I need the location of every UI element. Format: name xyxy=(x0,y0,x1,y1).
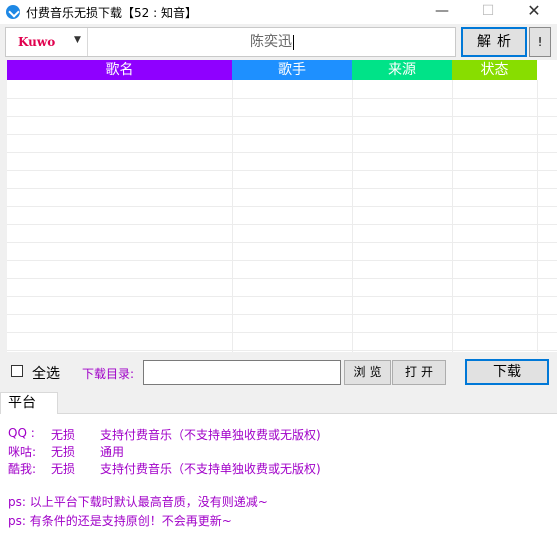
grid-row-line xyxy=(7,332,557,333)
tab-strip: 平台 xyxy=(0,392,557,415)
download-button[interactable]: 下载 xyxy=(465,359,549,385)
column-header-song[interactable]: 歌名 xyxy=(7,60,232,80)
platform-quality: 无损 xyxy=(51,428,76,442)
text-caret xyxy=(293,34,294,50)
platform-name: 咪咕: xyxy=(8,445,37,459)
chevron-down-icon: ▼ xyxy=(74,35,81,45)
grid-column-line xyxy=(352,80,353,352)
note-support: ps: 有条件的还是支持原创！不会再更新~ xyxy=(8,514,232,528)
search-input[interactable]: 陈奕迅 xyxy=(89,28,455,56)
download-cloud-icon xyxy=(6,5,20,19)
column-header-singer[interactable]: 歌手 xyxy=(232,60,352,80)
grid-row-line xyxy=(7,134,557,135)
grid-row-line xyxy=(7,116,557,117)
parse-button[interactable]: 解析 xyxy=(461,27,527,57)
grid-row-line xyxy=(7,278,557,279)
grid-row-line xyxy=(7,224,557,225)
table-body xyxy=(7,80,557,352)
title-bar: 付费音乐无损下载【52 : 知音】 — ☐ ✕ xyxy=(0,0,557,24)
platform-name: 酷我: xyxy=(8,462,37,476)
source-value: Kuwo xyxy=(18,35,56,49)
close-button[interactable]: ✕ xyxy=(511,0,557,24)
platform-info-panel: QQ : 无损 支持付费音乐（不支持单独收费或无版权) 咪咕: 无损 通用 酷我… xyxy=(0,414,557,542)
platform-note: 支持付费音乐（不支持单独收费或无版权) xyxy=(100,428,321,442)
select-all-checkbox[interactable] xyxy=(11,365,23,377)
download-dir-input[interactable] xyxy=(143,360,341,385)
grid-row-line xyxy=(7,152,557,153)
search-value: 陈奕迅 xyxy=(250,34,292,50)
tab-platform[interactable]: 平台 xyxy=(0,392,58,415)
platform-note: 支持付费音乐（不支持单独收费或无版权) xyxy=(100,462,321,476)
grid-column-line xyxy=(232,80,233,352)
grid-row-line xyxy=(7,242,557,243)
column-header-status[interactable]: 状态 xyxy=(452,60,537,80)
grid-column-line xyxy=(537,80,538,352)
grid-row-line xyxy=(7,350,557,351)
select-all-label: 全选 xyxy=(32,366,60,382)
platform-name: QQ : xyxy=(8,426,35,440)
grid-column-line xyxy=(452,80,453,352)
maximize-button[interactable]: ☐ xyxy=(465,0,511,24)
info-button[interactable]: ! xyxy=(529,27,551,57)
grid-row-line xyxy=(7,188,557,189)
source-select[interactable]: Kuwo ▼ xyxy=(6,28,88,56)
table-header: 歌名 歌手 来源 状态 xyxy=(7,60,557,80)
grid-row-line xyxy=(7,314,557,315)
column-header-source[interactable]: 来源 xyxy=(352,60,452,80)
grid-row-line xyxy=(7,170,557,171)
platform-note: 通用 xyxy=(100,445,125,459)
search-bar: Kuwo ▼ 陈奕迅 xyxy=(5,27,456,57)
minimize-button[interactable]: — xyxy=(419,0,465,24)
grid-row-line xyxy=(7,206,557,207)
note-quality: ps: 以上平台下载时默认最高音质，没有则递减~ xyxy=(8,495,268,509)
platform-quality: 无损 xyxy=(51,462,76,476)
open-button[interactable]: 打开 xyxy=(392,360,446,385)
platform-quality: 无损 xyxy=(51,445,76,459)
window-title: 付费音乐无损下载【52 : 知音】 xyxy=(26,6,197,20)
download-dir-label: 下载目录: xyxy=(82,367,135,381)
grid-row-line xyxy=(7,296,557,297)
app-window: 付费音乐无损下载【52 : 知音】 — ☐ ✕ Kuwo ▼ 陈奕迅 解析 ! … xyxy=(0,0,557,542)
results-table[interactable]: 歌名 歌手 来源 状态 xyxy=(7,60,557,352)
browse-button[interactable]: 浏览 xyxy=(344,360,391,385)
grid-row-line xyxy=(7,260,557,261)
grid-row-line xyxy=(7,98,557,99)
